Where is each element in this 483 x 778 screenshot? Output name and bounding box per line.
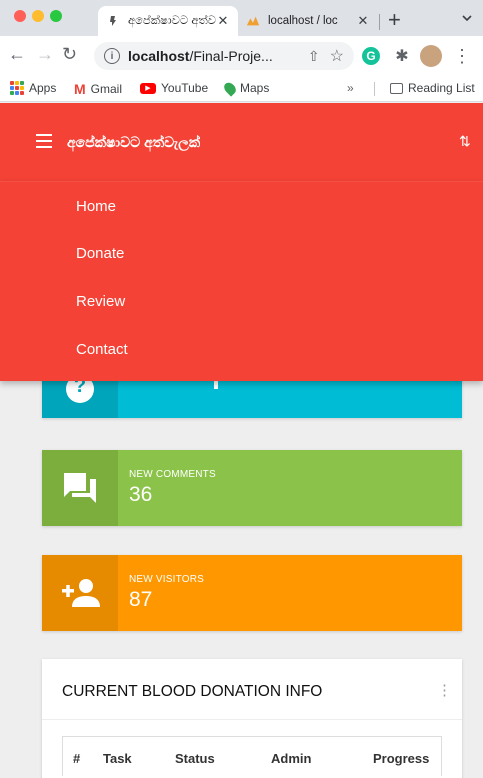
tab-search-chevron-icon[interactable]	[462, 10, 472, 24]
bookmark-star-icon[interactable]: ☆	[330, 46, 344, 66]
panel-divider	[42, 719, 462, 720]
grammarly-extension-icon[interactable]: G	[362, 47, 380, 65]
address-bar[interactable]: i localhost/Final-Proje... ⇧ ☆	[94, 42, 354, 70]
sort-arrows-icon[interactable]: ⇅	[459, 133, 471, 150]
app-top-bar: අපේක්ෂාවට අත්වැලක් ⇅	[0, 103, 483, 181]
stat-card-label: NEW COMMENTS	[129, 469, 216, 480]
reload-icon[interactable]: ↻	[62, 44, 77, 65]
bookmark-label: Apps	[29, 81, 57, 95]
column-header-admin: Admin	[271, 751, 312, 766]
blood-donation-info-panel: CURRENT BLOOD DONATION INFO ⋮ # Task Sta…	[42, 659, 462, 778]
forward-arrow-icon[interactable]: →	[36, 44, 54, 65]
bookmark-gmail[interactable]: M Gmail	[74, 81, 122, 97]
bookmarks-bar: Apps M Gmail ▶ YouTube Maps » Reading Li…	[0, 76, 483, 102]
bookmark-maps[interactable]: Maps	[221, 79, 270, 97]
window-close-button[interactable]	[14, 10, 26, 22]
browser-tab-bar: අපේක්ෂාවට අත්වැ ✕ localhost / loc ✕ +	[0, 0, 483, 36]
tab-title: localhost / loc	[268, 15, 338, 27]
browser-tab-active[interactable]: අපේක්ෂාවට අත්වැ ✕	[98, 6, 238, 36]
profile-avatar[interactable]	[420, 45, 442, 67]
stat-card-new-comments: NEW COMMENTS 36	[42, 450, 462, 526]
bookmarks-separator	[374, 82, 375, 96]
extensions-puzzle-icon[interactable]: ✱	[392, 46, 412, 66]
bookmark-youtube[interactable]: ▶ YouTube	[140, 81, 208, 95]
browser-menu-icon[interactable]: ⋮	[452, 46, 472, 66]
stat-card-new-visitors: NEW VISITORS 87	[42, 555, 462, 631]
nav-item-donate[interactable]: Donate	[76, 245, 124, 262]
nav-item-home[interactable]: Home	[76, 198, 116, 215]
column-header-progress: Progress	[373, 751, 430, 766]
maps-icon	[221, 79, 239, 97]
table-header: # Task Status Admin Progress	[62, 736, 442, 776]
panel-title: CURRENT BLOOD DONATION INFO	[62, 683, 323, 700]
bookmark-label: Maps	[240, 81, 270, 95]
column-header-number: #	[73, 751, 81, 766]
reading-list-label: Reading List	[408, 81, 475, 95]
forum-icon	[64, 473, 96, 503]
address-url: localhost/Final-Proje...	[128, 48, 273, 64]
stat-card-icon-box	[42, 450, 118, 526]
bookmarks-overflow-button[interactable]: »	[347, 81, 354, 95]
window-zoom-button[interactable]	[50, 10, 62, 22]
stat-card-label: NEW VISITORS	[129, 574, 205, 585]
new-tab-icon[interactable]: +	[388, 7, 401, 33]
share-icon[interactable]: ⇧	[308, 48, 320, 65]
person-add-icon	[62, 579, 100, 607]
column-header-status: Status	[175, 751, 215, 766]
browser-tab-inactive[interactable]: localhost / loc ✕	[238, 6, 378, 36]
tab-title: අපේක්ෂාවට අත්වැ	[128, 14, 216, 27]
bookmark-label: YouTube	[161, 81, 209, 95]
apps-grid-icon	[10, 81, 24, 95]
tab-close-icon[interactable]: ✕	[216, 13, 230, 29]
stat-card-icon-box	[42, 555, 118, 631]
youtube-icon: ▶	[140, 82, 156, 94]
column-header-task: Task	[103, 751, 132, 766]
site-info-icon[interactable]: i	[104, 48, 120, 64]
stat-card-value: 87	[129, 588, 153, 611]
hamburger-menu-icon[interactable]	[36, 134, 52, 148]
browser-toolbar: ← → ↻ i localhost/Final-Proje... ⇧ ☆ G ✱…	[0, 36, 483, 76]
nav-drawer: Home Donate Review Contact	[0, 181, 483, 381]
phpmyadmin-favicon-icon	[246, 14, 260, 28]
nav-item-contact[interactable]: Contact	[76, 341, 128, 358]
window-minimize-button[interactable]	[32, 10, 44, 22]
bookmark-apps[interactable]: Apps	[10, 81, 56, 95]
gmail-icon: M	[74, 81, 86, 97]
tab-separator	[379, 14, 380, 30]
bookmark-label: Gmail	[90, 82, 123, 96]
panel-more-icon[interactable]: ⋮	[437, 681, 452, 699]
page-content: ? NEW COMMENTS 36 NEW VISITORS 87 CURREN…	[0, 103, 483, 778]
tab-close-icon[interactable]: ✕	[356, 13, 370, 29]
reading-list-button[interactable]: Reading List	[390, 81, 475, 95]
nav-item-review[interactable]: Review	[76, 293, 125, 310]
back-arrow-icon[interactable]: ←	[8, 44, 26, 65]
site-brand[interactable]: අපේක්ෂාවට අත්වැලක්	[67, 134, 200, 151]
stat-card-value: 36	[129, 483, 153, 506]
site-favicon-icon	[106, 14, 120, 28]
reading-list-icon	[390, 82, 403, 94]
